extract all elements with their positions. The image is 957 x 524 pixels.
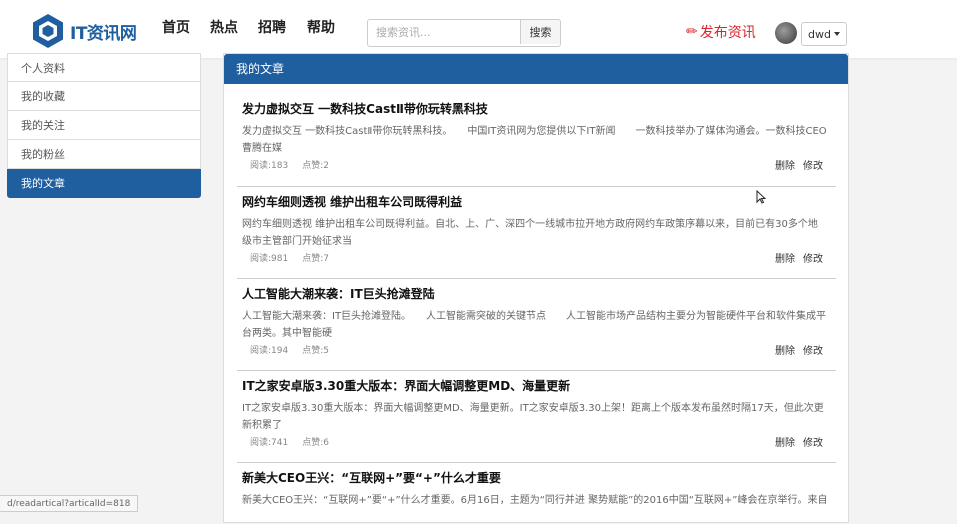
like-count: 点赞:5 [302, 346, 329, 356]
article-stats: 阅读:194 点赞:5 [250, 343, 329, 356]
like-count: 点赞:6 [302, 438, 329, 448]
article-title[interactable]: 网约车细则透视 维护出租车公司既得利益 [242, 193, 462, 210]
publish-news-button[interactable]: ✏ 发布资讯 [686, 22, 756, 42]
article-actions: 删除 修改 [775, 342, 823, 357]
delete-button[interactable]: 删除 [775, 438, 795, 449]
username: dwd [808, 27, 831, 41]
delete-button[interactable]: 删除 [775, 254, 795, 265]
view-count: 阅读:741 [250, 438, 289, 448]
search-button[interactable]: 搜索 [520, 20, 560, 44]
my-articles-panel: 我的文章 发力虚拟交互 一数科技CastⅡ带你玩转黑科技 发力虚拟交互 一数科技… [223, 53, 849, 523]
article-title[interactable]: 发力虚拟交互 一数科技CastⅡ带你玩转黑科技 [242, 100, 488, 117]
article-item: IT之家安卓版3.30重大版本：界面大幅调整更MD、海量更新 IT之家安卓版3.… [237, 377, 836, 463]
article-title[interactable]: 新美大CEO王兴：“互联网+”要“+”什么才重要 [242, 469, 501, 486]
edit-button[interactable]: 修改 [803, 438, 823, 449]
sidebar-item-following[interactable]: 我的关注 [7, 111, 201, 140]
article-title[interactable]: 人工智能大潮来袭：IT巨头抢滩登陆 [242, 285, 435, 302]
delete-button[interactable]: 删除 [775, 346, 795, 357]
article-actions: 删除 修改 [775, 157, 823, 172]
sidebar-item-profile[interactable]: 个人资料 [7, 53, 201, 82]
link-status-bar: d/readartical?articalId=818 [0, 495, 139, 512]
nav-hot[interactable]: 热点 [210, 17, 238, 37]
article-stats: 阅读:183 点赞:2 [250, 158, 329, 171]
hexagon-logo-icon [33, 14, 63, 48]
article-summary: 新美大CEO王兴：“互联网+”要“+”什么才重要。6月16日，主题为“同行并进 … [242, 495, 827, 506]
user-avatar[interactable] [775, 22, 797, 44]
panel-title: 我的文章 [224, 54, 848, 84]
article-item: 网约车细则透视 维护出租车公司既得利益 网约车细则透视 维护出租车公司既得利益。… [237, 193, 836, 279]
top-navbar: IT资讯网 首页 热点 招聘 帮助 搜索 ✏ 发布资讯 dwd [0, 0, 957, 58]
view-count: 阅读:981 [250, 254, 289, 264]
article-item: 新美大CEO王兴：“互联网+”要“+”什么才重要 新美大CEO王兴：“互联网+”… [237, 469, 836, 524]
sidebar-item-favorites[interactable]: 我的收藏 [7, 82, 201, 111]
nav-jobs[interactable]: 招聘 [258, 17, 286, 37]
site-logo[interactable]: IT资讯网 [30, 13, 137, 49]
article-item: 发力虚拟交互 一数科技CastⅡ带你玩转黑科技 发力虚拟交互 一数科技CastⅡ… [237, 100, 836, 187]
article-item: 人工智能大潮来袭：IT巨头抢滩登陆 人工智能大潮来袭：IT巨头抢滩登陆。 人工智… [237, 285, 836, 371]
pencil-icon: ✏ [686, 24, 698, 40]
view-count: 阅读:183 [250, 161, 289, 171]
edit-button[interactable]: 修改 [803, 161, 823, 172]
publish-label: 发布资讯 [699, 25, 756, 41]
like-count: 点赞:2 [302, 161, 329, 171]
like-count: 点赞:7 [302, 254, 329, 264]
article-summary: 发力虚拟交互 一数科技CastⅡ带你玩转黑科技。 中国IT资讯网为您提供以下IT… [242, 126, 827, 154]
edit-button[interactable]: 修改 [803, 254, 823, 265]
sidebar-item-my-articles[interactable]: 我的文章 [7, 169, 201, 198]
nav-help[interactable]: 帮助 [307, 17, 335, 37]
user-menu-dropdown[interactable]: dwd [801, 22, 847, 46]
sidebar-item-followers[interactable]: 我的粉丝 [7, 140, 201, 169]
view-count: 阅读:194 [250, 346, 289, 356]
article-summary: 人工智能大潮来袭：IT巨头抢滩登陆。 人工智能需突破的关键节点 人工智能市场产品… [242, 311, 827, 339]
edit-button[interactable]: 修改 [803, 346, 823, 357]
site-name: IT资讯网 [70, 23, 137, 44]
article-actions: 删除 修改 [775, 250, 823, 265]
mouse-cursor-icon [756, 190, 766, 204]
nav-home[interactable]: 首页 [162, 17, 190, 37]
search-form: 搜索 [367, 19, 561, 47]
caret-down-icon [833, 32, 840, 36]
delete-button[interactable]: 删除 [775, 161, 795, 172]
profile-sidebar: 个人资料 我的收藏 我的关注 我的粉丝 我的文章 [7, 53, 201, 198]
search-input[interactable] [368, 20, 520, 44]
article-stats: 阅读:981 点赞:7 [250, 251, 329, 264]
article-stats: 阅读:741 点赞:6 [250, 435, 329, 448]
article-summary: 网约车细则透视 维护出租车公司既得利益。自北、上、广、深四个一线城市拉开地方政府… [242, 219, 818, 247]
article-summary: IT之家安卓版3.30重大版本：界面大幅调整更MD、海量更新。IT之家安卓版3.… [242, 403, 824, 431]
article-actions: 删除 修改 [775, 434, 823, 449]
article-title[interactable]: IT之家安卓版3.30重大版本：界面大幅调整更MD、海量更新 [242, 377, 570, 394]
